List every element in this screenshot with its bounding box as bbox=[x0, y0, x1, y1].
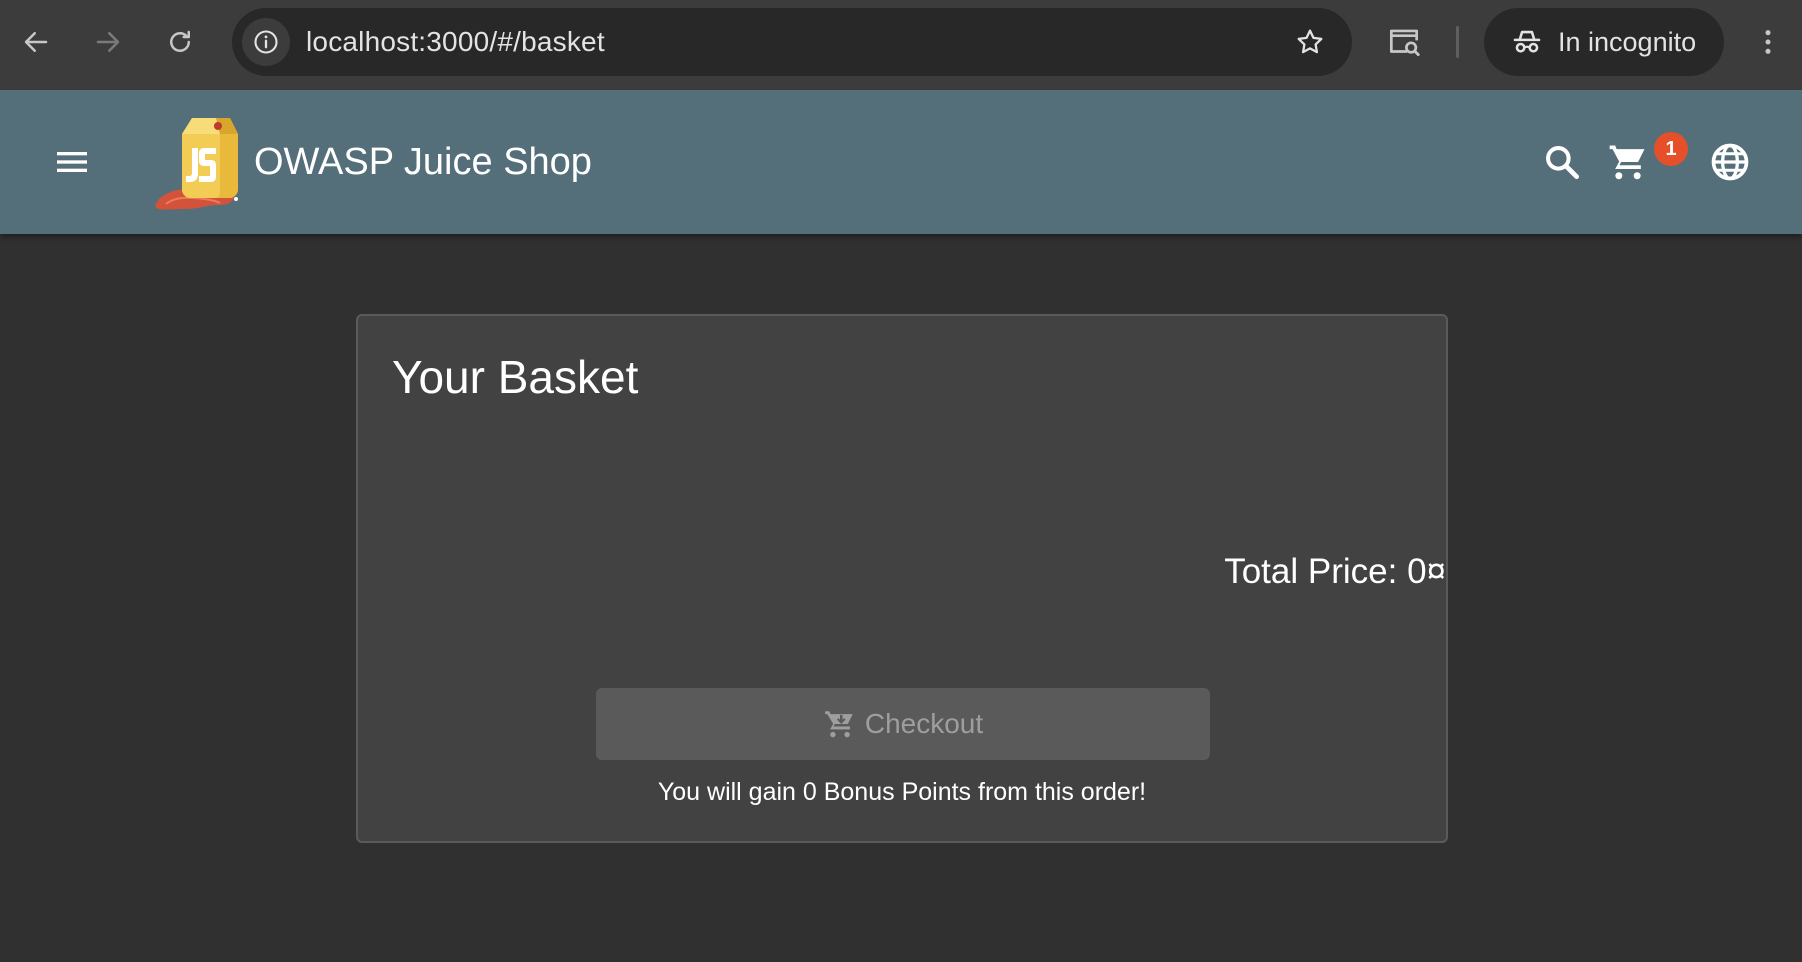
incognito-label: In incognito bbox=[1558, 26, 1697, 57]
checkout-label: Checkout bbox=[864, 708, 984, 739]
back-arrow-icon bbox=[24, 32, 48, 52]
search-button[interactable] bbox=[1536, 136, 1588, 188]
add-shopping-cart-icon bbox=[824, 711, 853, 738]
address-bar[interactable]: localhost:3000/#/basket bbox=[232, 8, 1352, 76]
juice-shop-logo-icon bbox=[155, 118, 238, 210]
reload-button[interactable] bbox=[158, 20, 202, 64]
back-button[interactable] bbox=[14, 20, 58, 64]
globe-icon bbox=[1711, 143, 1749, 181]
shopping-cart-icon bbox=[1609, 145, 1645, 180]
app-title: OWASP Juice Shop bbox=[254, 140, 592, 183]
browser-menu-button[interactable] bbox=[1748, 20, 1788, 64]
language-button[interactable] bbox=[1704, 136, 1756, 188]
cart-count-badge: 1 bbox=[1654, 132, 1688, 166]
incognito-indicator[interactable]: In incognito bbox=[1484, 8, 1724, 76]
kebab-menu-icon bbox=[1765, 30, 1771, 54]
home-link[interactable]: OWASP Juice Shop bbox=[152, 108, 592, 216]
star-icon bbox=[1297, 29, 1323, 54]
info-icon bbox=[254, 30, 278, 54]
page-title: Your Basket bbox=[392, 351, 639, 403]
search-page-button[interactable] bbox=[1382, 20, 1426, 64]
bookmark-button[interactable] bbox=[1290, 22, 1330, 62]
total-price: Total Price: 0¤ bbox=[1224, 552, 1446, 591]
forward-button[interactable] bbox=[86, 20, 130, 64]
incognito-icon bbox=[1513, 30, 1541, 53]
toolbar-divider bbox=[1456, 26, 1459, 58]
bonus-points-text: You will gain 0 Bonus Points from this o… bbox=[657, 778, 1147, 806]
reload-icon bbox=[170, 30, 190, 52]
forward-arrow-icon bbox=[96, 32, 120, 52]
sidenav-toggle-button[interactable] bbox=[44, 136, 100, 188]
cart-button[interactable] bbox=[1602, 136, 1654, 188]
checkout-button[interactable]: Checkout bbox=[596, 688, 1210, 760]
search-icon bbox=[1546, 146, 1580, 180]
app-toolbar: OWASP Juice Shop bbox=[0, 90, 1802, 234]
browser-toolbar: localhost:3000/#/basket In incognito bbox=[0, 0, 1802, 90]
basket-card: Your Basket Total Price: 0¤ Checkout You… bbox=[356, 314, 1448, 843]
hamburger-menu-icon bbox=[57, 152, 87, 172]
url-text[interactable]: localhost:3000/#/basket bbox=[306, 8, 605, 76]
search-page-icon bbox=[1389, 29, 1420, 57]
site-info-button[interactable] bbox=[242, 18, 290, 66]
